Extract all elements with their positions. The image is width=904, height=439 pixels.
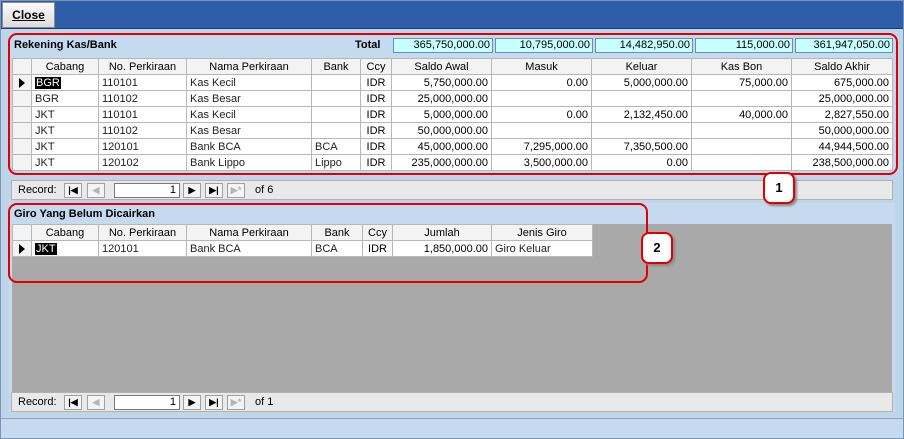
previous-record-button[interactable]: ◀ bbox=[87, 395, 105, 410]
previous-record-button[interactable]: ◀ bbox=[87, 183, 105, 198]
record-number-input[interactable]: 1 bbox=[114, 395, 180, 410]
record-number-input[interactable]: 1 bbox=[114, 183, 180, 198]
next-record-button[interactable]: ▶ bbox=[183, 395, 201, 410]
new-record-button[interactable]: ▶* bbox=[227, 183, 245, 198]
record-count: of 6 bbox=[255, 184, 274, 196]
callout-box-2 bbox=[8, 203, 648, 283]
last-record-button[interactable]: ▶| bbox=[205, 183, 223, 198]
first-record-button[interactable]: |◀ bbox=[64, 183, 82, 198]
first-record-button[interactable]: |◀ bbox=[64, 395, 82, 410]
close-button[interactable]: Close bbox=[2, 2, 55, 28]
next-record-button[interactable]: ▶ bbox=[183, 183, 201, 198]
record-label: Record: bbox=[18, 184, 57, 196]
new-record-button[interactable]: ▶* bbox=[227, 395, 245, 410]
panel1-record-navigator: Record: |◀ ◀ 1 ▶ ▶| ▶* of 6 bbox=[11, 180, 893, 200]
record-count: of 1 bbox=[255, 396, 274, 408]
record-label: Record: bbox=[18, 396, 57, 408]
callout-badge-1: 1 bbox=[763, 172, 795, 204]
panel2-record-navigator: Record: |◀ ◀ 1 ▶ ▶| ▶* of 1 bbox=[11, 392, 893, 412]
callout-badge-2: 2 bbox=[641, 232, 673, 264]
status-bar bbox=[1, 418, 903, 438]
last-record-button[interactable]: ▶| bbox=[205, 395, 223, 410]
callout-box-1 bbox=[8, 33, 898, 175]
app-window: Close Rekening Kas/Bank Total 365,750,00… bbox=[0, 0, 904, 439]
toolbar: Close bbox=[1, 1, 903, 29]
